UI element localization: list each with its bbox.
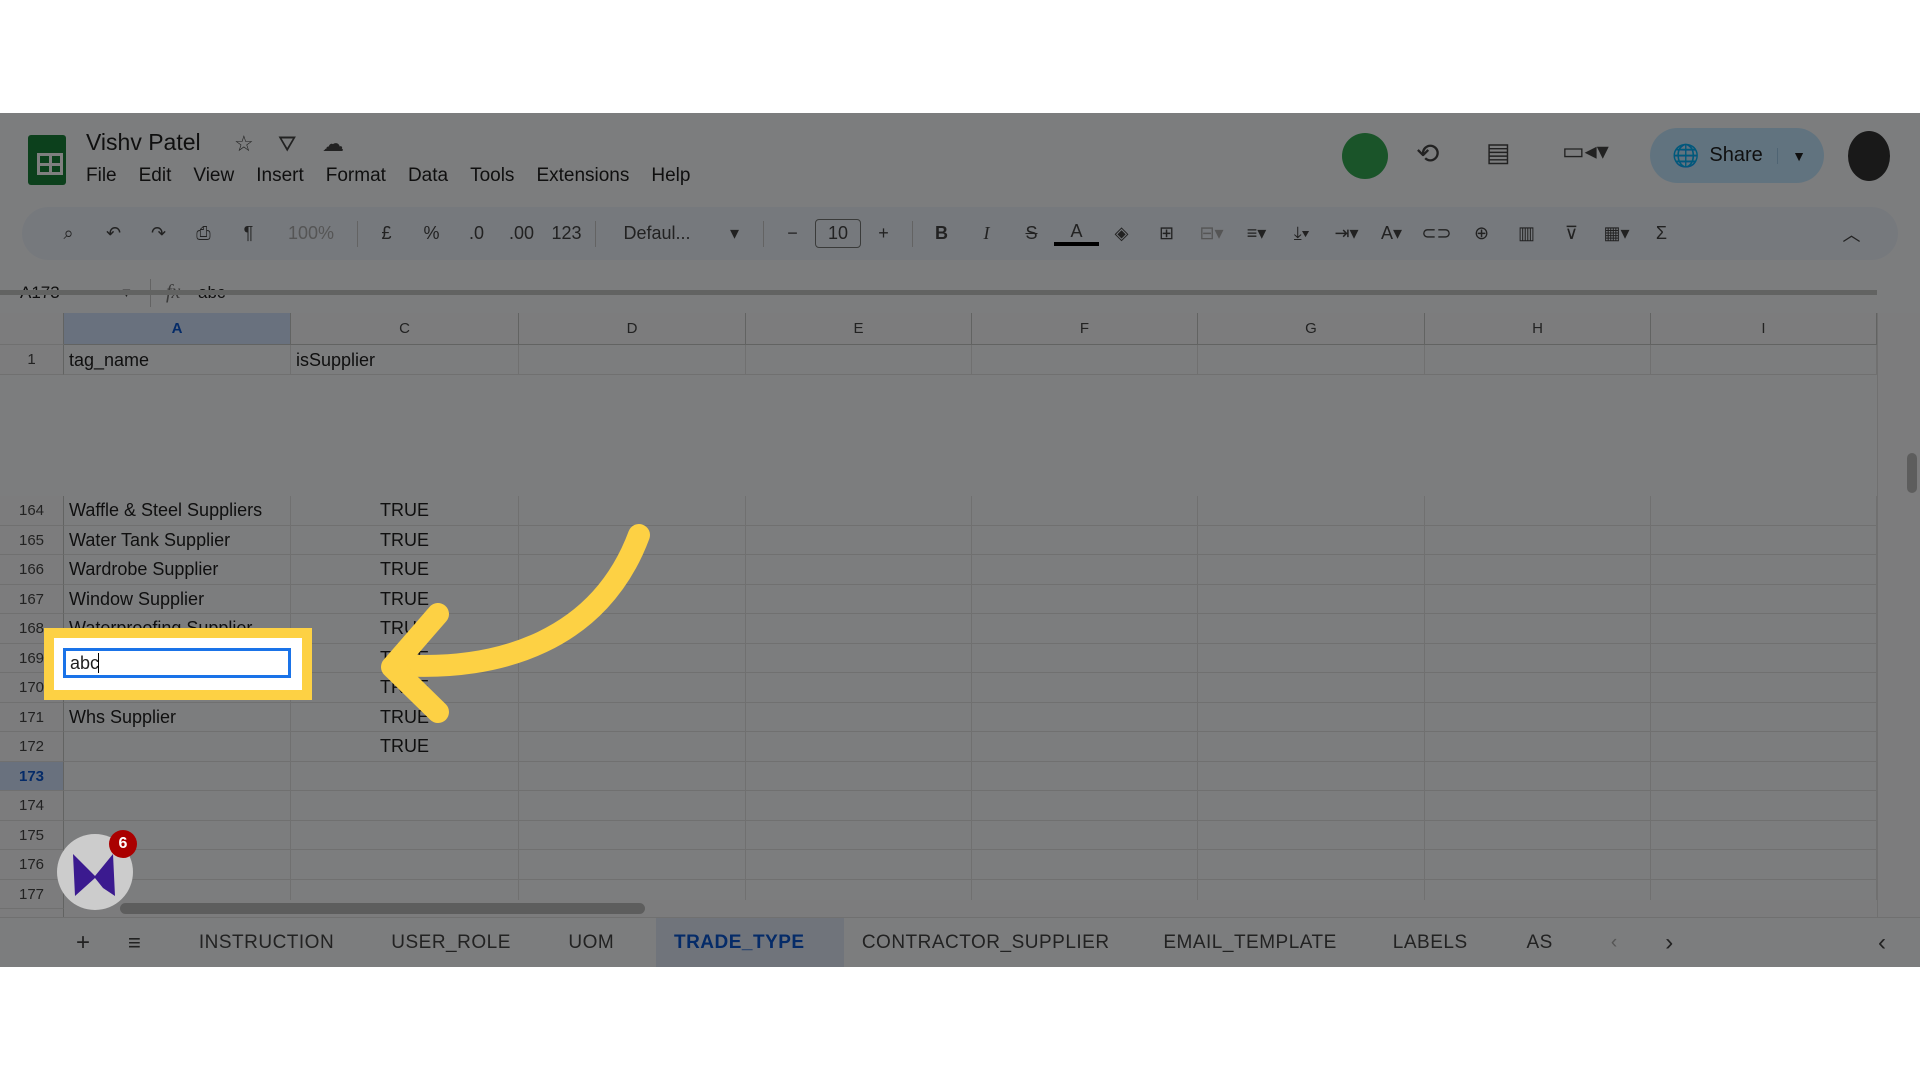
- arrow-shaft: [387, 524, 650, 677]
- arrow-annotation: [381, 524, 650, 723]
- notification-badge: 6: [109, 830, 137, 858]
